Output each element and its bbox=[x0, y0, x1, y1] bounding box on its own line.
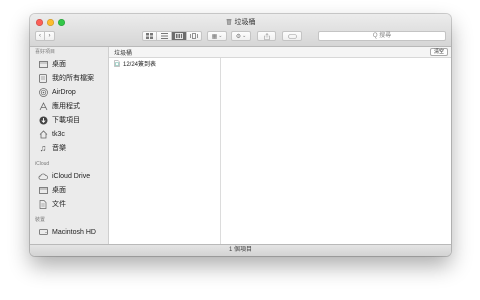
nav-buttons: ‹ › bbox=[35, 31, 55, 41]
list-view-button[interactable] bbox=[157, 31, 172, 41]
path-bar: 垃圾桶 清空 bbox=[109, 47, 451, 58]
cover-flow-icon bbox=[190, 33, 198, 39]
chevron-down-icon: ⌄ bbox=[242, 33, 247, 39]
sidebar-item-downloads[interactable]: 下載項目 bbox=[30, 113, 108, 127]
tag-icon bbox=[287, 33, 297, 39]
sidebar-item-label: 桌面 bbox=[52, 61, 66, 68]
item-count: 1 個項目 bbox=[228, 247, 252, 253]
sidebar-item-airdrop[interactable]: AirDrop bbox=[30, 85, 108, 99]
search-input[interactable]: Q 搜尋 bbox=[318, 31, 446, 41]
sidebar-item-label: Macintosh HD bbox=[52, 228, 96, 236]
chevron-down-icon: ⌄ bbox=[218, 33, 223, 39]
downloads-icon bbox=[38, 115, 48, 125]
cloud-icon bbox=[38, 171, 48, 181]
arrange-grid-icon: ▦ bbox=[211, 33, 218, 40]
status-bar: 1 個項目 bbox=[30, 244, 451, 256]
sidebar-item-label: iCloud Drive bbox=[52, 172, 91, 180]
browser-column-2 bbox=[221, 58, 451, 244]
sidebar-item-music[interactable]: ♫ 音樂 bbox=[30, 141, 108, 155]
share-icon bbox=[263, 32, 270, 40]
sidebar-section-icloud: iCloud bbox=[35, 161, 50, 167]
sidebar-item-desktop[interactable]: 桌面 bbox=[30, 57, 108, 71]
empty-trash-button[interactable]: 清空 bbox=[429, 48, 448, 56]
sidebar-item-icloud-desktop[interactable]: 桌面 bbox=[30, 183, 108, 197]
back-button[interactable]: ‹ bbox=[35, 31, 45, 41]
chevron-left-icon: ‹ bbox=[39, 33, 41, 39]
share-button[interactable] bbox=[257, 31, 276, 41]
search-placeholder: Q 搜尋 bbox=[372, 33, 392, 39]
sidebar-item-documents[interactable]: 文件 bbox=[30, 197, 108, 211]
path-label: 垃圾桶 bbox=[114, 51, 133, 57]
trash-icon bbox=[226, 18, 232, 27]
file-item[interactable]: 12/24簽到表 bbox=[109, 58, 220, 68]
desktop-icon bbox=[38, 59, 48, 69]
list-icon bbox=[160, 33, 168, 39]
all-files-icon bbox=[38, 73, 48, 83]
sidebar-item-label: 應用程式 bbox=[52, 103, 80, 110]
title-bar: 垃圾桶 ‹ › ▦ ⌄ ⚙ ⌄ Q 搜尋 bbox=[30, 14, 451, 47]
music-icon: ♫ bbox=[39, 143, 47, 153]
action-button[interactable]: ⚙ ⌄ bbox=[231, 31, 251, 41]
sidebar-item-label: AirDrop bbox=[52, 88, 76, 96]
documents-icon bbox=[38, 199, 48, 209]
airdrop-icon bbox=[38, 87, 48, 97]
view-mode-control bbox=[142, 31, 202, 41]
window-title: 垃圾桶 bbox=[30, 17, 451, 27]
sidebar-item-label: 下載項目 bbox=[52, 117, 80, 124]
finder-window: 垃圾桶 ‹ › ▦ ⌄ ⚙ ⌄ Q 搜尋 喜好項目 桌面 我的所有檔案 AirD… bbox=[30, 14, 451, 256]
sidebar-section-devices: 裝置 bbox=[35, 217, 46, 223]
desktop-icon bbox=[38, 185, 48, 195]
hard-drive-icon bbox=[38, 227, 48, 237]
forward-button[interactable]: › bbox=[45, 31, 55, 41]
sidebar-item-label: 桌面 bbox=[52, 187, 66, 194]
sidebar: 喜好項目 桌面 我的所有檔案 AirDrop 應用程式 下載項目 tk3c ♫ … bbox=[30, 47, 109, 244]
columns-icon bbox=[175, 33, 183, 39]
sidebar-item-label: 文件 bbox=[52, 201, 66, 208]
icon-grid-icon bbox=[146, 33, 153, 39]
sidebar-item-macintosh-hd[interactable]: Macintosh HD bbox=[30, 225, 108, 239]
sidebar-section-favorites: 喜好項目 bbox=[35, 49, 56, 55]
sidebar-item-icloud-drive[interactable]: iCloud Drive bbox=[30, 169, 108, 183]
browser-column-1: 12/24簽到表 bbox=[109, 58, 221, 244]
spreadsheet-file-icon bbox=[114, 59, 120, 67]
gear-icon: ⚙ bbox=[235, 33, 242, 40]
sidebar-item-label: tk3c bbox=[52, 130, 65, 138]
window-title-text: 垃圾桶 bbox=[234, 19, 256, 26]
sidebar-item-label: 我的所有檔案 bbox=[52, 75, 94, 82]
icon-view-button[interactable] bbox=[142, 31, 157, 41]
tag-button[interactable] bbox=[282, 31, 302, 41]
sidebar-item-home[interactable]: tk3c bbox=[30, 127, 108, 141]
home-icon bbox=[38, 129, 48, 139]
arrange-button[interactable]: ▦ ⌄ bbox=[207, 31, 227, 41]
file-name: 12/24簽到表 bbox=[123, 61, 157, 68]
applications-icon bbox=[38, 101, 48, 111]
sidebar-item-all-files[interactable]: 我的所有檔案 bbox=[30, 71, 108, 85]
cover-flow-button[interactable] bbox=[187, 31, 202, 41]
sidebar-item-label: 音樂 bbox=[52, 145, 66, 152]
sidebar-item-applications[interactable]: 應用程式 bbox=[30, 99, 108, 113]
column-view-button[interactable] bbox=[172, 31, 187, 41]
chevron-right-icon: › bbox=[48, 33, 51, 39]
